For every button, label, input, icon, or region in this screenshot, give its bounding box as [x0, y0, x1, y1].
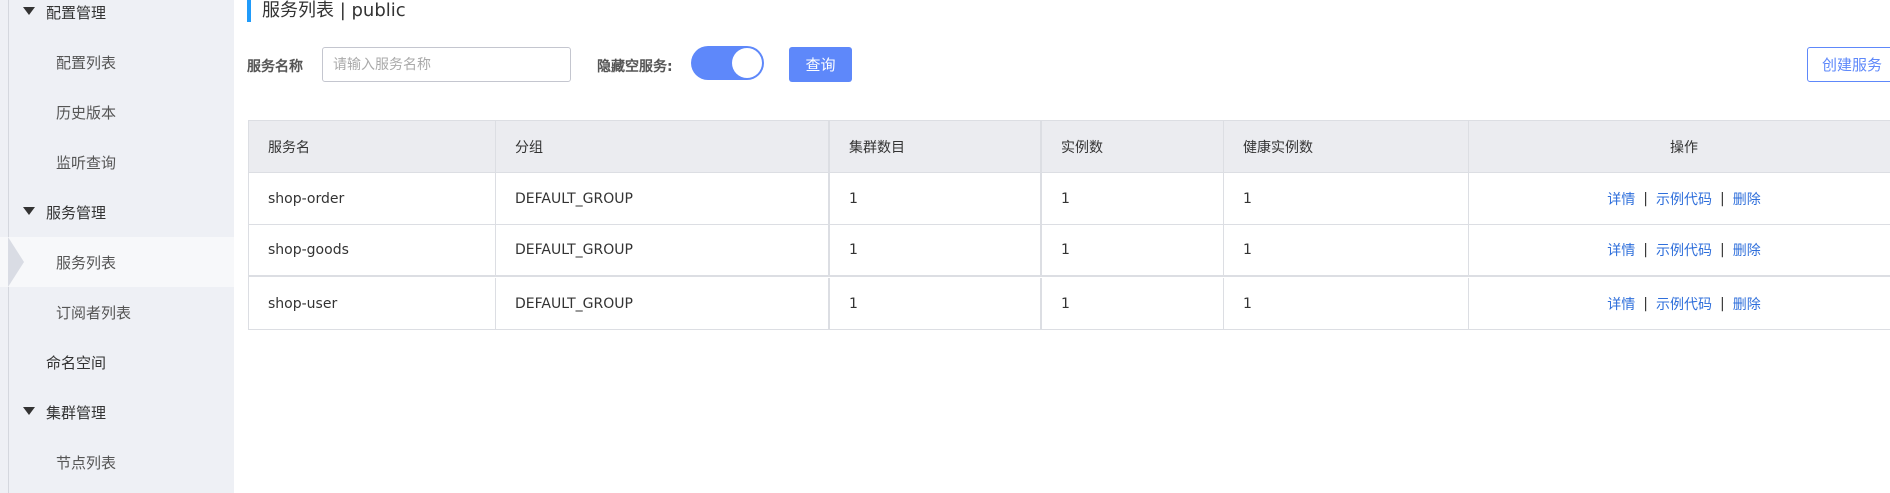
delete-link[interactable]: 删除 — [1733, 294, 1761, 314]
sidebar-group-cluster[interactable]: 集群管理 — [0, 387, 234, 437]
column-header-service-name: 服务名 — [249, 121, 496, 172]
healthy-count-cell: 1 — [1224, 278, 1469, 329]
instance-count-cell: 1 — [1042, 225, 1224, 275]
sidebar-item-label: 节点列表 — [56, 453, 117, 472]
toggle-knob — [732, 48, 762, 78]
action-separator: | — [1720, 295, 1725, 312]
sidebar-item-namespace[interactable]: 命名空间 — [0, 337, 234, 387]
healthy-count-cell: 1 — [1224, 225, 1469, 275]
sidebar-item-label: 监听查询 — [56, 153, 117, 172]
action-separator: | — [1643, 242, 1648, 258]
sidebar-item-history[interactable]: 历史版本 — [0, 87, 234, 137]
create-service-button[interactable]: 创建服务 — [1807, 47, 1890, 82]
action-separator: | — [1720, 242, 1725, 258]
actions-cell: 详情 | 示例代码 | 删除 — [1469, 173, 1890, 224]
actions-cell: 详情 | 示例代码 | 删除 — [1469, 225, 1890, 275]
group-cell: DEFAULT_GROUP — [496, 278, 830, 329]
actions-group: 详情 | 示例代码 | 删除 — [1607, 294, 1760, 314]
sidebar-group-label: 服务管理 — [46, 203, 107, 222]
sidebar-group-label: 配置管理 — [46, 3, 107, 22]
sidebar-item-label: 配置列表 — [56, 53, 117, 72]
action-separator: | — [1720, 190, 1725, 207]
healthy-count-cell: 1 — [1224, 173, 1469, 224]
delete-link[interactable]: 删除 — [1733, 240, 1761, 260]
service-name-cell: shop-user — [249, 278, 496, 329]
actions-group: 详情 | 示例代码 | 删除 — [1607, 189, 1760, 209]
sidebar-item-node-list[interactable]: 节点列表 — [0, 437, 234, 487]
sample-code-link[interactable]: 示例代码 — [1656, 240, 1712, 260]
actions-group: 详情 | 示例代码 | 删除 — [1607, 240, 1760, 260]
group-cell: DEFAULT_GROUP — [496, 173, 830, 224]
caret-down-icon — [23, 407, 35, 415]
service-name-input[interactable] — [322, 47, 571, 82]
sidebar-item-subscribers[interactable]: 订阅者列表 — [0, 287, 234, 337]
active-indicator — [8, 237, 24, 287]
sidebar-item-label: 命名空间 — [46, 353, 107, 372]
column-header-instance-count: 实例数 — [1042, 121, 1224, 172]
cluster-count-cell: 1 — [830, 278, 1042, 329]
column-header-group: 分组 — [496, 121, 830, 172]
service-name-label: 服务名称 — [247, 59, 303, 75]
page-title: 服务列表 | public — [262, 0, 406, 21]
sidebar-group-service[interactable]: 服务管理 — [0, 187, 234, 237]
detail-link[interactable]: 详情 — [1607, 189, 1635, 209]
sidebar-item-listener-query[interactable]: 监听查询 — [0, 137, 234, 187]
sidebar-item-service-list[interactable]: 服务列表 — [0, 237, 234, 287]
column-header-actions: 操作 — [1670, 139, 1698, 156]
hide-empty-label: 隐藏空服务: — [597, 59, 673, 75]
action-separator: | — [1643, 190, 1648, 207]
table-row: shop-user DEFAULT_GROUP 1 1 1 详情 | 示例代码 … — [249, 278, 1890, 330]
hide-empty-toggle[interactable] — [691, 46, 764, 80]
table-header: 服务名 分组 集群数目 实例数 健康实例数 操作 — [249, 121, 1890, 173]
column-header-healthy-count: 健康实例数 — [1224, 121, 1469, 172]
sidebar-item-label: 订阅者列表 — [56, 303, 132, 322]
sidebar-item-label: 服务列表 — [56, 253, 117, 272]
sidebar: 配置管理 配置列表 历史版本 监听查询 服务管理 服务列表 订阅者列表 命名空间… — [0, 0, 234, 493]
service-name-cell: shop-order — [249, 173, 496, 224]
group-cell: DEFAULT_GROUP — [496, 225, 830, 275]
table-row: shop-goods DEFAULT_GROUP 1 1 1 详情 | 示例代码… — [249, 225, 1890, 277]
caret-down-icon — [23, 7, 35, 15]
sidebar-group-config[interactable]: 配置管理 — [0, 0, 234, 37]
sidebar-group-label: 集群管理 — [46, 403, 107, 422]
sidebar-item-config-list[interactable]: 配置列表 — [0, 37, 234, 87]
delete-link[interactable]: 删除 — [1733, 189, 1761, 209]
instance-count-cell: 1 — [1042, 173, 1224, 224]
title-accent-bar — [247, 0, 251, 22]
cluster-count-cell: 1 — [830, 173, 1042, 224]
cluster-count-cell: 1 — [830, 225, 1042, 275]
sample-code-link[interactable]: 示例代码 — [1656, 189, 1712, 209]
service-table: 服务名 分组 集群数目 实例数 健康实例数 操作 shop-order DEFA… — [248, 120, 1890, 330]
detail-link[interactable]: 详情 — [1607, 240, 1635, 260]
caret-down-icon — [23, 207, 35, 215]
sample-code-link[interactable]: 示例代码 — [1656, 294, 1712, 314]
actions-cell: 详情 | 示例代码 | 删除 — [1469, 278, 1890, 329]
query-button[interactable]: 查询 — [789, 47, 852, 82]
service-name-cell: shop-goods — [249, 225, 496, 275]
instance-count-cell: 1 — [1042, 278, 1224, 329]
table-row: shop-order DEFAULT_GROUP 1 1 1 详情 | 示例代码… — [249, 173, 1890, 225]
action-separator: | — [1643, 295, 1648, 312]
column-header-cluster-count: 集群数目 — [830, 121, 1042, 172]
sidebar-item-label: 历史版本 — [56, 103, 117, 122]
detail-link[interactable]: 详情 — [1607, 294, 1635, 314]
